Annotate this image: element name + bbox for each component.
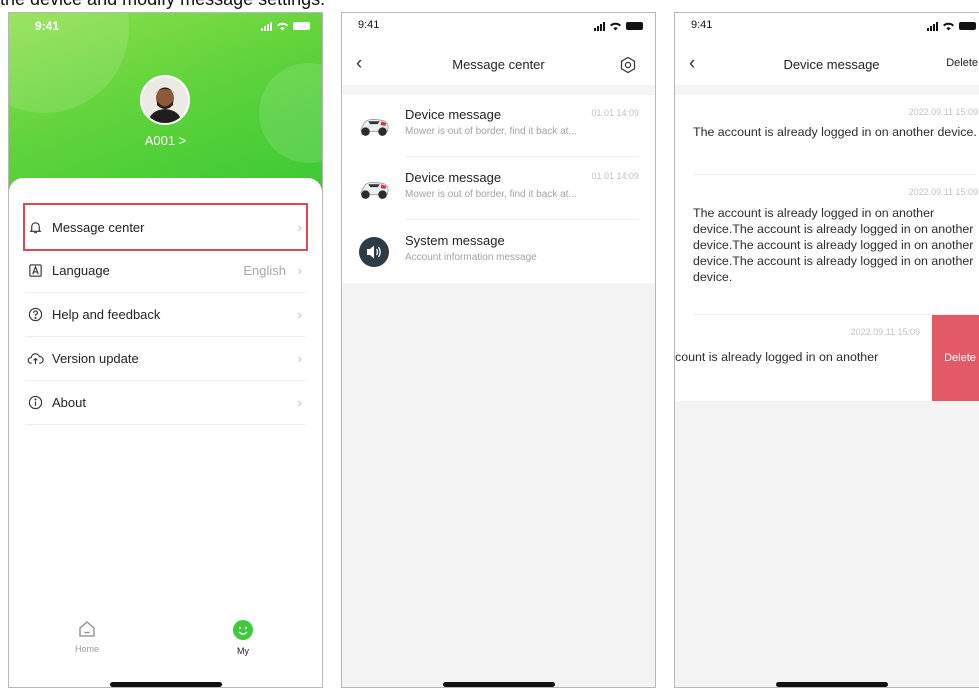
status-time: 9:41	[35, 19, 60, 33]
message-title: Device message	[405, 107, 502, 122]
username-link[interactable]: A001 >	[9, 133, 322, 148]
message-title: System message	[405, 233, 505, 248]
menu-item-version-update[interactable]: Version update ›	[25, 337, 306, 381]
home-indicator	[775, 682, 888, 687]
settings-gear-icon[interactable]	[619, 56, 637, 74]
message-item[interactable]: System message Account information messa…	[342, 221, 655, 283]
language-value: English	[243, 263, 286, 278]
caption-text: the device and modify message settings.	[0, 0, 325, 10]
device-message-item-swiped[interactable]: 2022.09.11 15:09 count is already logged…	[675, 315, 979, 401]
page-title: Device message	[783, 57, 880, 72]
message-time: 01.01 14:09	[591, 108, 639, 118]
battery-icon	[626, 22, 643, 30]
language-icon	[26, 262, 44, 280]
message-preview: Account information message	[405, 252, 537, 263]
message-time: 2022.09.11 15:09	[850, 327, 920, 337]
wifi-icon	[277, 22, 288, 31]
message-text: The account is already logged in on anot…	[693, 125, 977, 139]
divider	[342, 85, 655, 95]
message-preview: Mower is out of border, find it back at.…	[405, 189, 577, 200]
wifi-icon	[943, 22, 954, 31]
status-bar: 9:41	[358, 19, 643, 35]
avatar[interactable]	[140, 75, 190, 125]
home-indicator	[109, 682, 222, 687]
message-item[interactable]: Device message Mower is out of border, f…	[342, 158, 655, 220]
signal-icon	[261, 21, 272, 31]
settings-menu: Message center › Language English › Help…	[23, 203, 308, 425]
status-time: 9:41	[358, 19, 380, 31]
tab-my[interactable]: My	[213, 619, 273, 656]
bell-icon	[26, 218, 44, 236]
message-text: The account is already logged in on anot…	[693, 206, 974, 284]
device-message-item[interactable]: 2022.09.11 15:09 The account is already …	[675, 95, 979, 175]
message-time: 2022.09.11 15:09	[908, 187, 978, 197]
message-center-screen: 9:41 ‹ Message center Device message Mow…	[341, 12, 656, 688]
info-icon	[26, 394, 44, 412]
delete-button[interactable]: Delete	[946, 57, 978, 69]
empty-area	[342, 283, 655, 687]
chevron-right-icon: ›	[297, 395, 302, 410]
chevron-right-icon: ›	[297, 307, 302, 322]
mower-icon	[357, 109, 391, 143]
navigation-bar: ‹ Message center	[342, 53, 655, 77]
menu-item-language[interactable]: Language English ›	[25, 249, 306, 293]
tab-home[interactable]: Home	[57, 619, 117, 654]
home-icon	[79, 621, 95, 637]
speaker-icon	[357, 235, 391, 269]
cloud-upload-icon	[26, 350, 44, 368]
help-icon	[26, 306, 44, 324]
menu-item-help-feedback[interactable]: Help and feedback ›	[25, 293, 306, 337]
home-indicator	[442, 682, 555, 687]
signal-icon	[927, 21, 938, 31]
wifi-icon	[610, 22, 621, 31]
battery-icon	[293, 22, 310, 30]
menu-item-message-center[interactable]: Message center ›	[23, 203, 308, 251]
message-preview: Mower is out of border, find it back at.…	[405, 126, 577, 137]
message-item[interactable]: Device message Mower is out of border, f…	[342, 95, 655, 157]
message-text: count is already logged in on another	[675, 350, 879, 364]
mower-icon	[357, 172, 391, 206]
battery-icon	[959, 22, 976, 30]
empty-area	[675, 401, 979, 687]
smiley-icon	[233, 620, 253, 640]
navigation-bar: ‹ Device message Delete	[675, 53, 979, 77]
device-message-screen: 9:41 ‹ Device message Delete 2022.09.11 …	[674, 12, 979, 688]
page-title: Message center	[452, 57, 545, 72]
profile-screen: 9:41 A001 > Message center › Language En…	[8, 12, 323, 688]
status-bar: 9:41	[35, 19, 310, 35]
device-message-item[interactable]: 2022.09.11 15:09 The account is already …	[675, 175, 979, 315]
menu-card: Message center › Language English › Help…	[9, 178, 322, 687]
status-bar: 9:41	[691, 19, 976, 35]
chevron-right-icon: ›	[297, 263, 302, 278]
signal-icon	[594, 21, 605, 31]
message-time: 2022.09.11 15:09	[908, 107, 978, 117]
swipe-delete-button[interactable]: Delete	[932, 315, 979, 401]
chevron-right-icon: ›	[297, 351, 302, 366]
chevron-right-icon: ›	[297, 219, 302, 235]
status-time: 9:41	[691, 19, 713, 31]
menu-item-about[interactable]: About ›	[25, 381, 306, 425]
divider	[675, 85, 979, 95]
message-time: 01.01 14:09	[591, 171, 639, 181]
message-title: Device message	[405, 170, 502, 185]
